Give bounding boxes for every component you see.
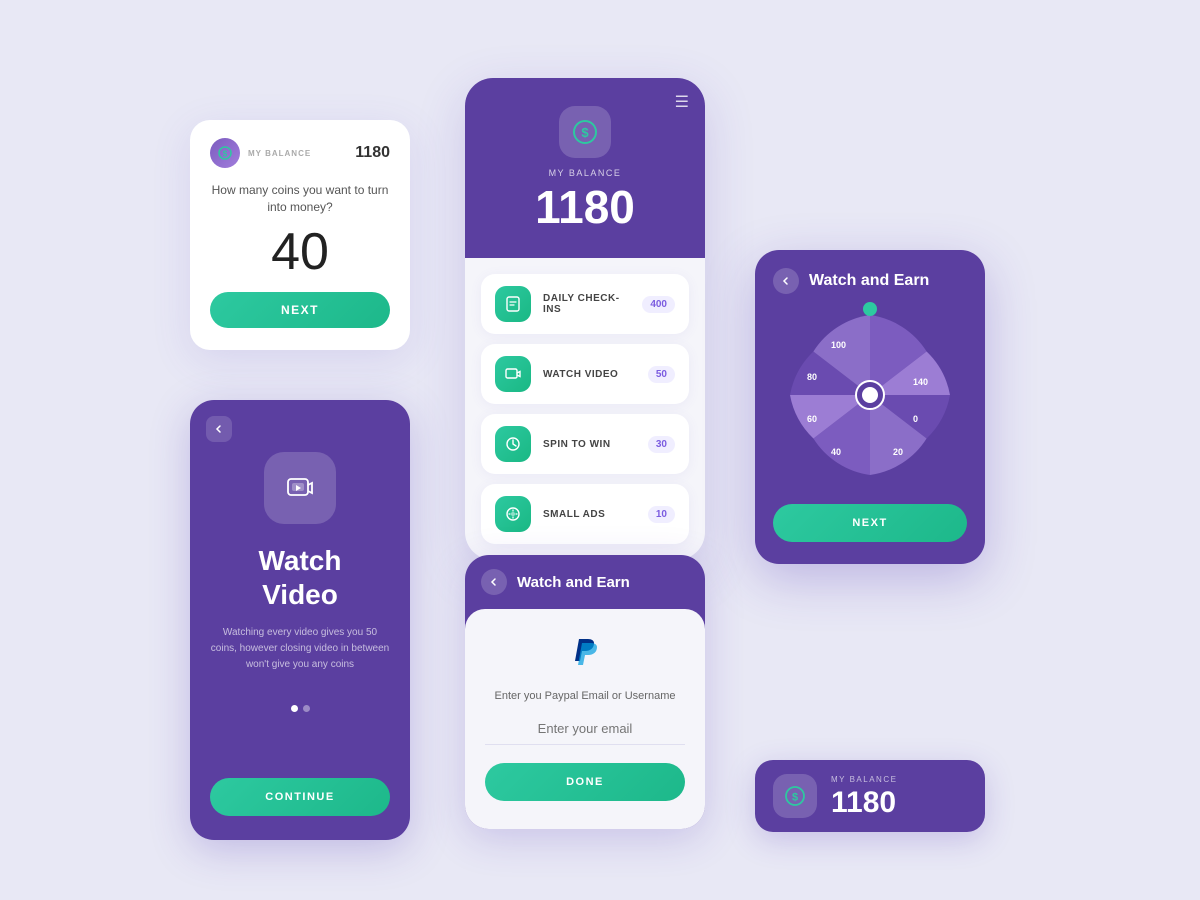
spin-icon	[495, 426, 531, 462]
svg-text:40: 40	[831, 447, 841, 457]
balance-small-label: MY BALANCE	[831, 775, 897, 784]
svg-text:$: $	[223, 150, 228, 159]
paypal-text: Enter you Paypal Email or Username	[495, 688, 676, 705]
svg-text:$: $	[792, 792, 798, 804]
back-button-earn[interactable]	[481, 569, 507, 595]
balance-card-top: $ MY BALANCE 1180 How many coins you wan…	[190, 120, 410, 350]
menu-icon[interactable]: ☰	[675, 92, 689, 112]
spin-to-win-item[interactable]: SPIN TO WIN 30	[481, 414, 689, 474]
coin-count: 40	[210, 226, 390, 278]
svg-text:140: 140	[913, 377, 928, 387]
paypal-logo	[567, 633, 603, 676]
balance-label: MY BALANCE	[248, 149, 311, 158]
dollar-icon: $	[559, 106, 611, 158]
dot-1	[291, 705, 298, 712]
spin-header: Watch and Earn	[773, 268, 967, 294]
balance-amount: 1180	[355, 144, 390, 162]
svg-text:100: 100	[831, 340, 846, 350]
page-dots	[291, 705, 310, 712]
ads-badge: 10	[648, 506, 675, 523]
dot-2	[303, 705, 310, 712]
spin-wheel[interactable]: 120 140 0 20 40 60 80	[785, 310, 955, 480]
spin-label: SPIN TO WIN	[543, 439, 636, 450]
small-ads-item[interactable]: SMALL ADS 10	[481, 484, 689, 544]
watch-earn-header: Watch and Earn	[465, 555, 705, 609]
watch-label: WATCH VIDEO	[543, 369, 636, 380]
spin-next-button[interactable]: NEXT	[773, 504, 967, 542]
watch-earn-card: Watch and Earn Enter you Paypal Email or…	[465, 555, 705, 829]
svg-text:0: 0	[913, 414, 918, 424]
wheel-pointer	[863, 302, 877, 316]
dashboard-card: ☰ $ MY BALANCE 1180 DAILY CHECK-INS 400	[465, 78, 705, 560]
back-button[interactable]	[206, 416, 232, 442]
dashboard-balance-label: MY BALANCE	[549, 168, 622, 178]
balance-info: MY BALANCE 1180	[831, 775, 897, 818]
watch-badge: 50	[648, 366, 675, 383]
done-button[interactable]: DONE	[485, 763, 685, 801]
checkins-icon	[495, 286, 531, 322]
watch-video-description: Watching every video gives you 50 coins,…	[210, 625, 390, 673]
watch-icon	[495, 356, 531, 392]
balance-icon: $	[210, 138, 240, 168]
watch-earn-title: Watch and Earn	[517, 574, 630, 591]
spin-badge: 30	[648, 436, 675, 453]
dashboard-header: ☰ $ MY BALANCE 1180	[465, 78, 705, 258]
watch-video-title: WatchVideo	[259, 544, 342, 611]
svg-text:20: 20	[893, 447, 903, 457]
checkins-badge: 400	[642, 296, 675, 313]
email-input[interactable]	[485, 721, 685, 745]
balance-small-number: 1180	[831, 788, 897, 818]
back-button-spin[interactable]	[773, 268, 799, 294]
ads-icon	[495, 496, 531, 532]
watch-video-card: WatchVideo Watching every video gives yo…	[190, 400, 410, 840]
dashboard-items: DAILY CHECK-INS 400 WATCH VIDEO 50 SPIN …	[465, 258, 705, 560]
watch-video-item[interactable]: WATCH VIDEO 50	[481, 344, 689, 404]
spin-wheel-card: Watch and Earn 120 140 0 20	[755, 250, 985, 564]
paypal-section: Enter you Paypal Email or Username DONE	[465, 609, 705, 829]
continue-button[interactable]: CONTINUE	[210, 778, 390, 816]
checkins-label: DAILY CHECK-INS	[543, 293, 630, 315]
video-icon-box	[264, 452, 336, 524]
dollar-icon-small: $	[773, 774, 817, 818]
next-button[interactable]: NEXT	[210, 292, 390, 328]
svg-text:60: 60	[807, 414, 817, 424]
svg-text:80: 80	[807, 372, 817, 382]
spin-title: Watch and Earn	[809, 272, 929, 290]
balance-question: How many coins you want to turn into mon…	[210, 182, 390, 216]
svg-text:$: $	[581, 125, 589, 140]
ads-label: SMALL ADS	[543, 509, 636, 520]
dashboard-balance-number: 1180	[535, 184, 635, 230]
daily-checkins-item[interactable]: DAILY CHECK-INS 400	[481, 274, 689, 334]
balance-card-small: $ MY BALANCE 1180	[755, 760, 985, 832]
